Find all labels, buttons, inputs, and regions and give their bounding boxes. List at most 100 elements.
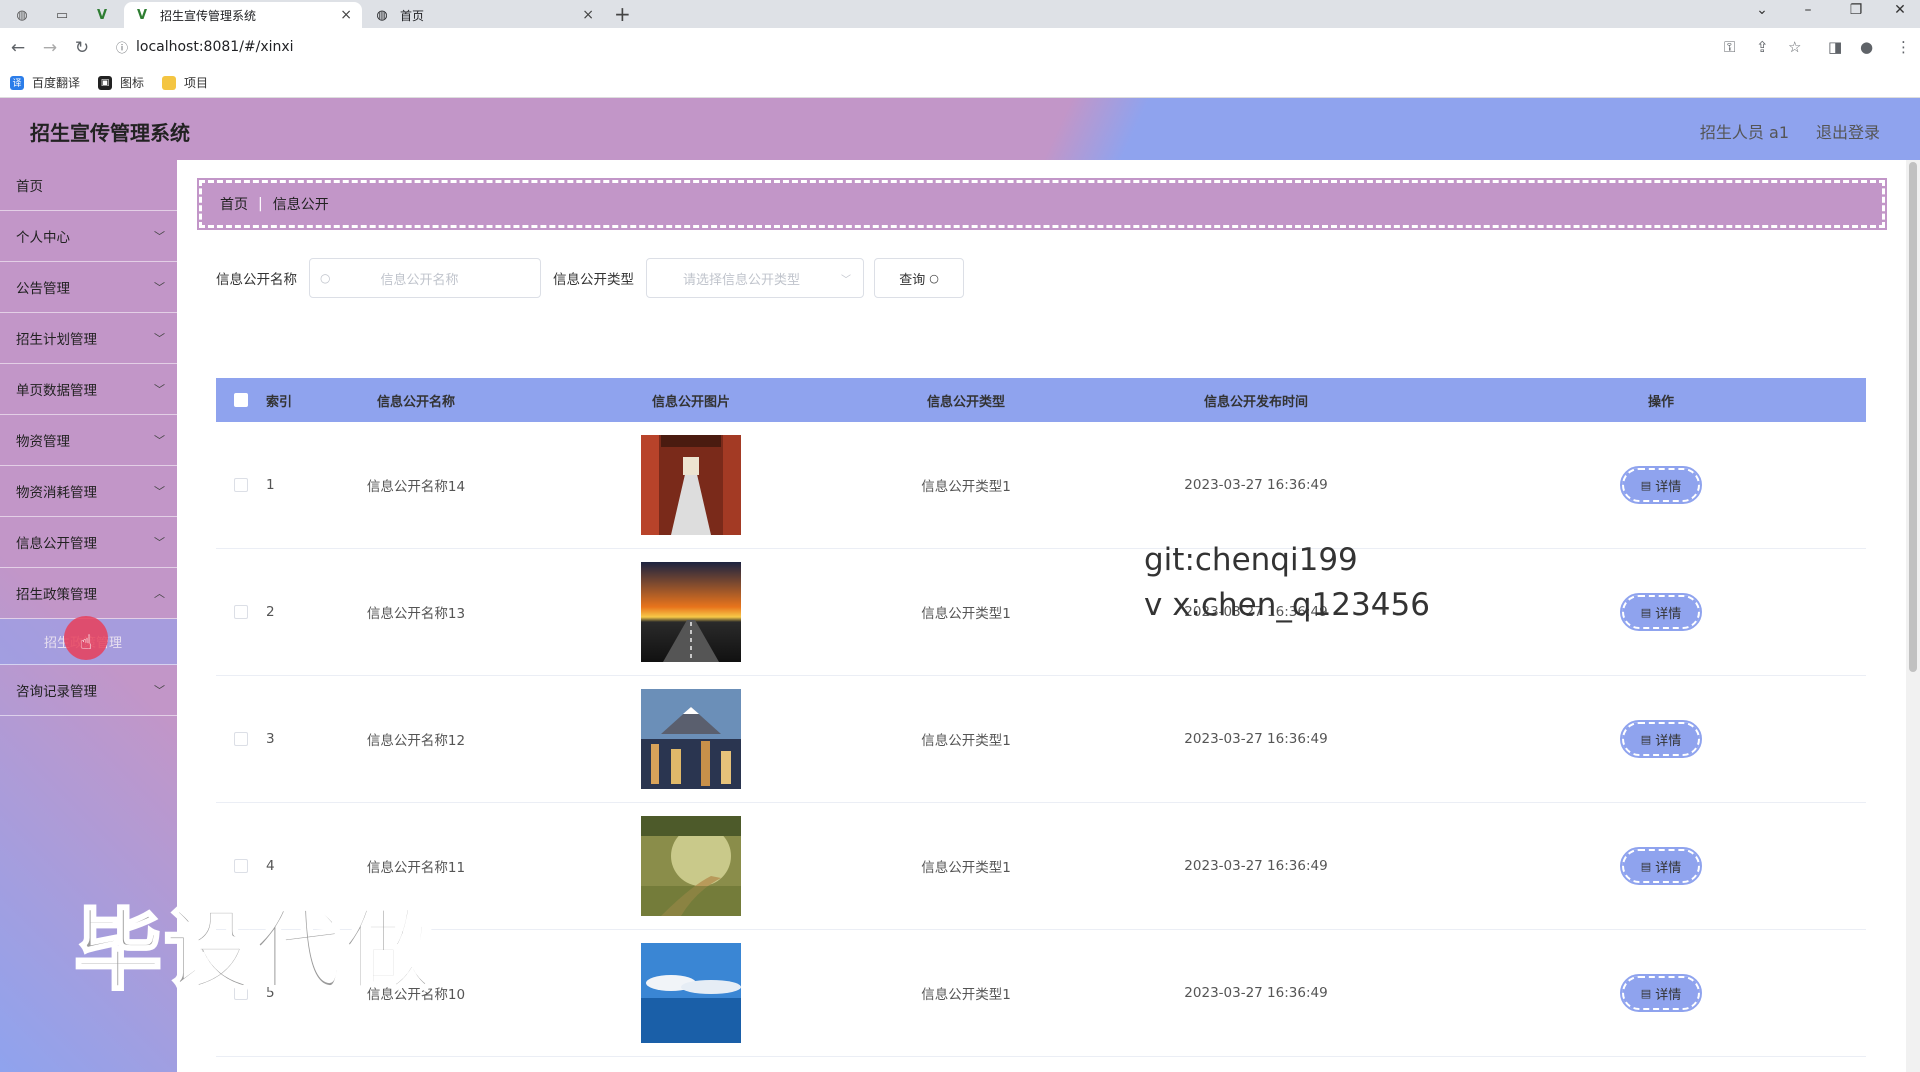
- detail-button[interactable]: ▤ 详情: [1620, 847, 1702, 885]
- data-table: 索引 信息公开名称 信息公开图片 信息公开类型 信息公开发布时间 操作 1 信息…: [216, 378, 1866, 1057]
- reload-icon[interactable]: ↻: [66, 38, 98, 58]
- bookmark-translate[interactable]: 译 百度翻译: [10, 74, 80, 91]
- chevron-down-icon: ﹀: [154, 332, 165, 345]
- breadcrumb-home[interactable]: 首页: [220, 194, 248, 214]
- close-icon[interactable]: ×: [582, 7, 594, 23]
- close-window-icon[interactable]: ✕: [1880, 2, 1920, 18]
- restore-icon[interactable]: ❐: [1836, 2, 1876, 18]
- star-icon[interactable]: ☆: [1788, 38, 1801, 56]
- close-icon[interactable]: ×: [340, 7, 352, 23]
- sidebar-item-plan[interactable]: 招生计划管理 ﹀: [0, 313, 177, 364]
- new-tab-button[interactable]: +: [614, 2, 631, 26]
- profile-icon[interactable]: ●: [1860, 38, 1873, 56]
- hand-cursor-icon: ☝: [80, 630, 93, 654]
- logout-button[interactable]: 退出登录: [1816, 119, 1880, 143]
- globe-icon[interactable]: ◍: [8, 4, 36, 26]
- search-icon: ○: [320, 271, 331, 285]
- document-icon: ▤: [1640, 478, 1652, 492]
- watermark-overlay: 毕设代做: [72, 898, 435, 1004]
- tab-home[interactable]: ◍ 首页 ×: [364, 2, 604, 28]
- browser-tab-bar: ◍ ▭ V V 招生宣传管理系统 × ◍ 首页 × + ⌄ – ❐ ✕: [0, 0, 1920, 28]
- app-header: 招生宣传管理系统 招生人员 a1 退出登录: [0, 98, 1920, 160]
- detail-button[interactable]: ▤ 详情: [1620, 466, 1702, 504]
- watermark-text: git:chenqi199 v x:chen_q123456: [1144, 542, 1430, 623]
- vue-icon: V: [136, 7, 148, 23]
- sidebar-item-policy[interactable]: 招生政策管理 ︿: [0, 568, 177, 619]
- folder-icon: [162, 75, 177, 90]
- chevron-down-icon: ﹀: [154, 383, 165, 396]
- tab-active[interactable]: V 招生宣传管理系统 ×: [124, 2, 362, 28]
- city-mountain-image[interactable]: [641, 689, 741, 789]
- forest-path-image[interactable]: [641, 816, 741, 916]
- document-icon: ▤: [1640, 986, 1652, 1000]
- document-icon: ▤: [1640, 859, 1652, 873]
- search-form: 信息公开名称 ○ 信息公开名称 信息公开类型 请选择信息公开类型 ﹀ 查询 ○: [216, 258, 964, 298]
- url-text: localhost:8081/#/xinxi: [136, 39, 294, 55]
- sunset-road-image[interactable]: [641, 562, 741, 662]
- tab-title: 首页: [400, 8, 425, 23]
- site-info-icon[interactable]: ⓘ: [116, 39, 136, 56]
- more-icon[interactable]: ⋮: [1896, 38, 1911, 56]
- type-select[interactable]: 请选择信息公开类型 ﹀: [646, 258, 864, 298]
- document-icon: ▤: [1640, 605, 1652, 619]
- forward-icon[interactable]: →: [34, 38, 66, 58]
- document-icon: ▤: [1640, 732, 1652, 746]
- chevron-down-icon: ﹀: [154, 281, 165, 294]
- chevron-up-icon: ︿: [154, 587, 165, 600]
- vue-tab-icon[interactable]: V: [88, 4, 116, 26]
- header-index: 索引: [266, 394, 293, 410]
- row-checkbox[interactable]: [234, 478, 248, 492]
- bookmark-project[interactable]: 项目: [162, 74, 208, 91]
- chevron-down-icon: ﹀: [841, 274, 851, 286]
- detail-button[interactable]: ▤ 详情: [1620, 974, 1702, 1012]
- current-user: 招生人员 a1: [1699, 123, 1789, 142]
- table-row: 3 信息公开名称12 信息公开类型1 2023-03-27 16:36:49 ▤…: [216, 676, 1866, 803]
- corridor-image[interactable]: [641, 435, 741, 535]
- chevron-down-icon: ﹀: [154, 434, 165, 447]
- header-op: 操作: [1647, 394, 1674, 410]
- scrollbar-thumb[interactable]: [1909, 162, 1917, 672]
- chevron-down-icon: ﹀: [154, 230, 165, 243]
- sidepanel-icon[interactable]: ◨: [1828, 38, 1842, 56]
- tab-search-icon[interactable]: ⌄: [1742, 2, 1782, 18]
- row-checkbox[interactable]: [234, 732, 248, 746]
- header-name: 信息公开名称: [376, 394, 455, 410]
- search-icon: ○: [929, 271, 939, 285]
- row-checkbox[interactable]: [234, 605, 248, 619]
- select-all-checkbox[interactable]: [234, 393, 248, 407]
- name-search-input[interactable]: ○ 信息公开名称: [309, 258, 541, 298]
- detail-button[interactable]: ▤ 详情: [1620, 720, 1702, 758]
- header-time: 信息公开发布时间: [1203, 394, 1308, 410]
- back-icon[interactable]: ←: [2, 38, 34, 58]
- tab-title: 招生宣传管理系统: [160, 8, 257, 23]
- minimize-icon[interactable]: –: [1788, 2, 1828, 18]
- header-type: 信息公开类型: [926, 394, 1005, 410]
- address-bar: ← → ↻ ⓘ localhost:8081/#/xinxi: [0, 28, 1920, 68]
- sidebar-item-home[interactable]: 首页: [0, 160, 177, 211]
- key-icon[interactable]: ⚿: [1724, 38, 1735, 56]
- name-label: 信息公开名称: [216, 272, 297, 288]
- row-checkbox[interactable]: [234, 859, 248, 873]
- sidebar-item-singlepage[interactable]: 单页数据管理 ﹀: [0, 364, 177, 415]
- bookmarks-bar: 译 百度翻译 ▣ 图标 项目: [0, 68, 1920, 98]
- url-field[interactable]: ⓘ localhost:8081/#/xinxi: [106, 32, 1766, 62]
- sea-sky-image[interactable]: [641, 943, 741, 1043]
- query-button[interactable]: 查询 ○: [874, 258, 964, 298]
- translate-icon: 译: [10, 75, 24, 90]
- table-header: 索引 信息公开名称 信息公开图片 信息公开类型 信息公开发布时间 操作: [216, 378, 1866, 422]
- share-icon[interactable]: ⇪: [1756, 38, 1769, 56]
- sidebar-item-disclosure[interactable]: 信息公开管理 ﹀: [0, 517, 177, 568]
- bookmark-icons[interactable]: ▣ 图标: [98, 74, 144, 91]
- sidebar-item-consumption[interactable]: 物资消耗管理 ﹀: [0, 466, 177, 517]
- table-row: 4 信息公开名称11 信息公开类型1 2023-03-27 16:36:49 ▤…: [216, 803, 1866, 930]
- sidebar-item-consult[interactable]: 咨询记录管理 ﹀: [0, 665, 177, 716]
- sidebar-item-personal[interactable]: 个人中心 ﹀: [0, 211, 177, 262]
- blank-tab-icon[interactable]: ▭: [48, 4, 76, 26]
- sidebar-item-notice[interactable]: 公告管理 ﹀: [0, 262, 177, 313]
- sidebar-item-materials[interactable]: 物资管理 ﹀: [0, 415, 177, 466]
- app-title: 招生宣传管理系统: [30, 121, 190, 145]
- chevron-down-icon: ﹀: [154, 536, 165, 549]
- table-row: 1 信息公开名称14 信息公开类型1 2023-03-27 16:36:49 ▤…: [216, 422, 1866, 549]
- header-image: 信息公开图片: [651, 394, 730, 410]
- detail-button[interactable]: ▤ 详情: [1620, 593, 1702, 631]
